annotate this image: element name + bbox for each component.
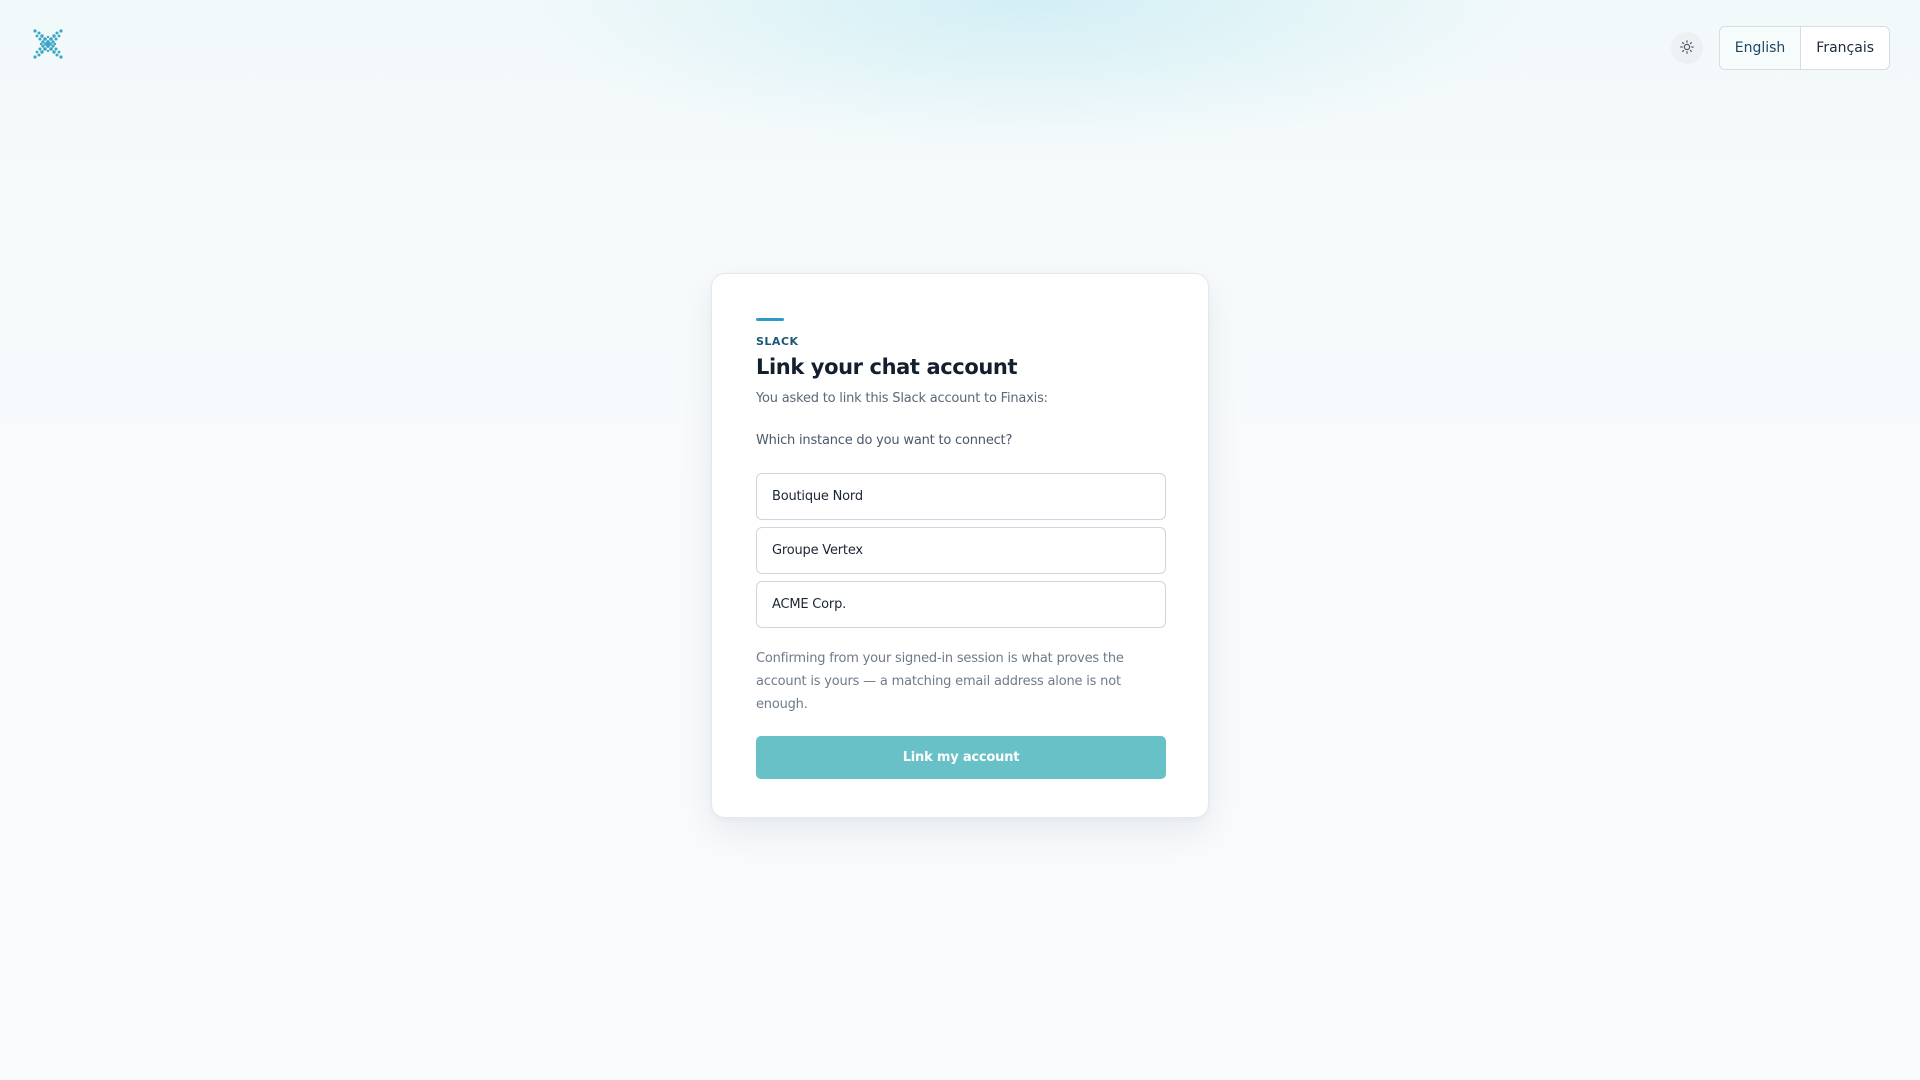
instance-option-acme-corp[interactable]: ACME Corp.	[756, 581, 1166, 628]
instance-option-groupe-vertex[interactable]: Groupe Vertex	[756, 527, 1166, 574]
language-option-french[interactable]: Français	[1801, 27, 1889, 69]
finaxis-logo-icon	[32, 28, 64, 60]
instance-option-label: Groupe Vertex	[772, 543, 863, 558]
header-controls: English Français	[1670, 26, 1890, 70]
theme-toggle-button[interactable]	[1670, 32, 1703, 64]
page-title: Link your chat account	[756, 355, 1018, 379]
language-switcher: English Français	[1718, 26, 1890, 70]
subtitle: You asked to link this Slack account to …	[756, 391, 1048, 406]
instance-option-label: ACME Corp.	[772, 597, 847, 612]
accent-line	[756, 318, 784, 321]
sun-icon	[1679, 39, 1694, 57]
link-account-card: SLACK Link your chat account You asked t…	[711, 273, 1209, 818]
instance-option-boutique-nord[interactable]: Boutique Nord	[756, 473, 1166, 520]
provider-label: SLACK	[756, 335, 799, 348]
language-option-english[interactable]: English	[1719, 27, 1802, 69]
instance-option-label: Boutique Nord	[772, 489, 863, 504]
link-account-button[interactable]: Link my account	[756, 736, 1166, 779]
instance-question: Which instance do you want to connect?	[756, 433, 1013, 448]
instance-options: Boutique Nord Groupe Vertex ACME Corp.	[756, 473, 1166, 628]
security-note: Confirming from your signed-in session i…	[756, 651, 1124, 712]
